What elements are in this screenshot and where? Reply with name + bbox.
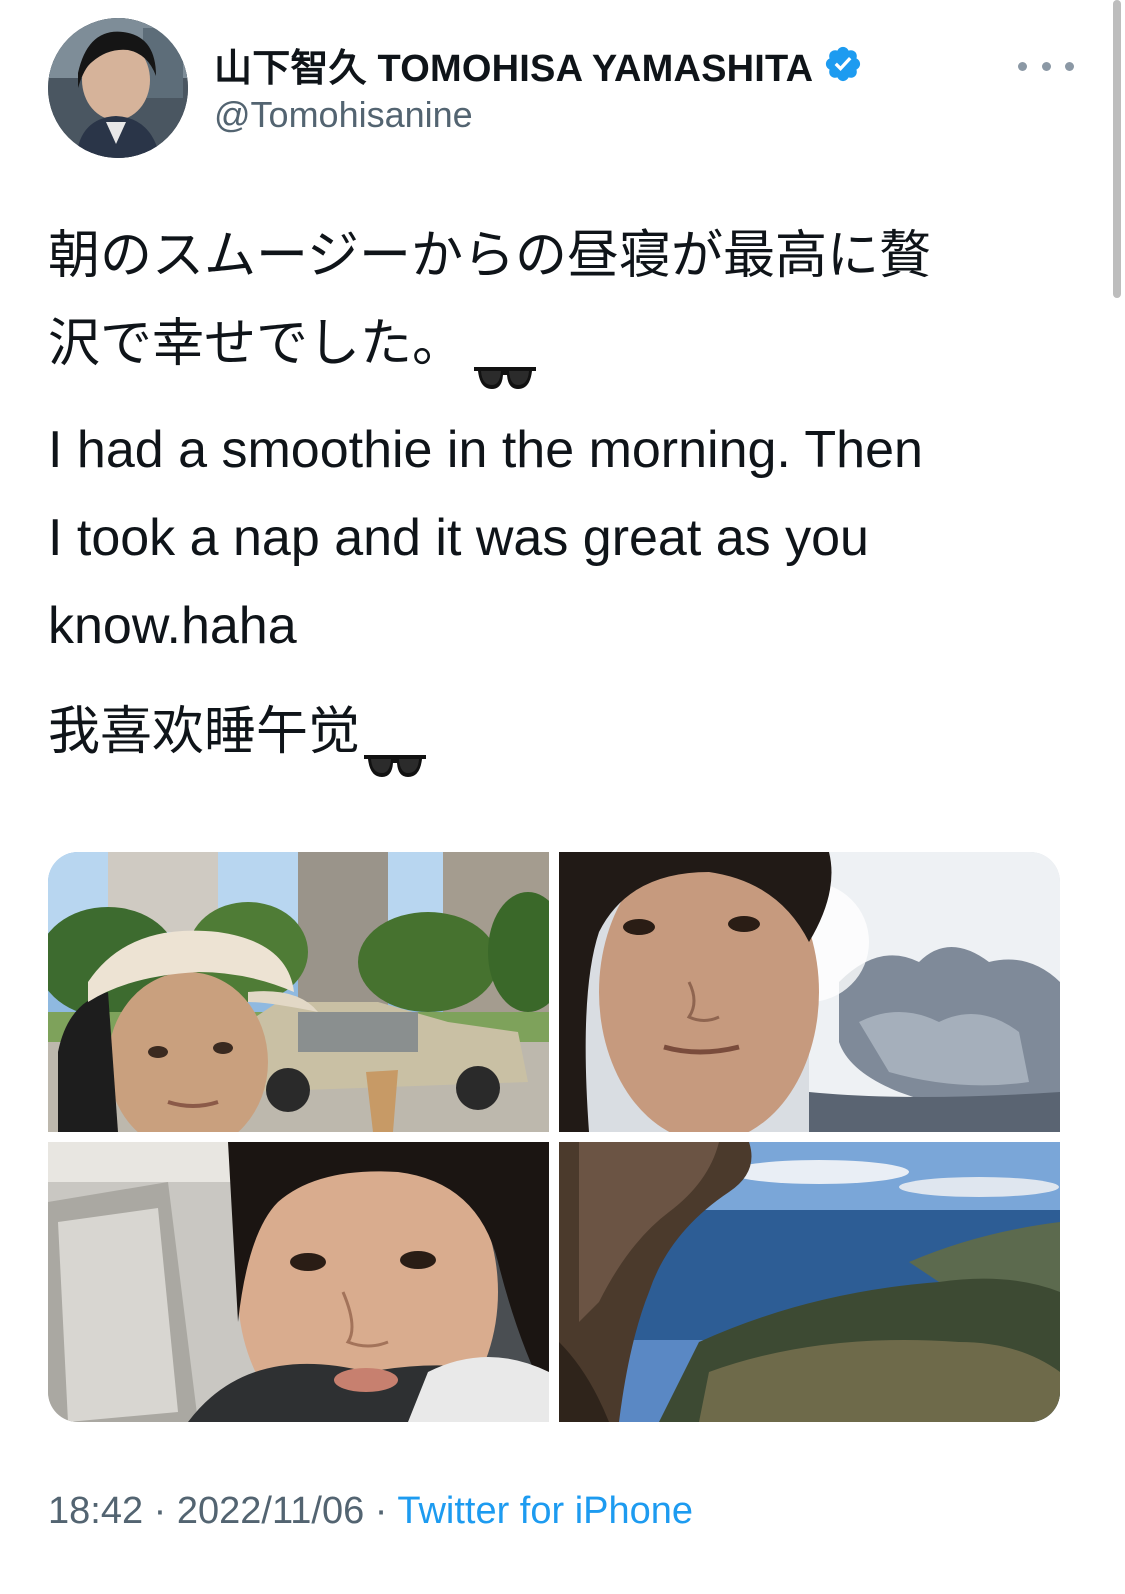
tweet-line: I took a nap and it was great as you bbox=[48, 509, 869, 567]
photo-coastline-view[interactable] bbox=[559, 1142, 1060, 1422]
tweet-source-link[interactable]: Twitter for iPhone bbox=[397, 1490, 693, 1532]
tweet-text: 朝のスムージーからの昼寝が最高に贅 沢で幸せでした。 I had a smoot… bbox=[48, 212, 1078, 778]
tweet-paragraph-english: I had a smoothie in the morning. Then I … bbox=[48, 406, 1078, 670]
more-options-icon-dot bbox=[1041, 61, 1051, 71]
display-name-row: 山下智久 TOMOHISA YAMASHITA bbox=[214, 40, 863, 90]
sunglasses-icon bbox=[362, 720, 428, 778]
tweet-line: know.haha bbox=[48, 597, 297, 655]
tweet-meta: 18:42 · 2022/11/06 · Twitter for iPhone bbox=[48, 1490, 693, 1533]
tweet-line: 我喜欢睡午觉 bbox=[48, 703, 361, 761]
tweet-paragraph-chinese: 我喜欢睡午觉 bbox=[48, 688, 1078, 778]
photo-selfie-indoors[interactable] bbox=[48, 1142, 549, 1422]
verified-badge-icon bbox=[823, 44, 863, 84]
display-name[interactable]: 山下智久 TOMOHISA YAMASHITA bbox=[214, 37, 813, 92]
sunglasses-icon bbox=[472, 332, 538, 390]
scrollbar[interactable] bbox=[1113, 0, 1121, 298]
tweet-date[interactable]: 2022/11/06 bbox=[177, 1490, 364, 1532]
media-grid bbox=[48, 852, 1060, 1422]
more-options-button[interactable] bbox=[1018, 52, 1074, 80]
more-options-icon bbox=[1018, 61, 1027, 71]
author-names: 山下智久 TOMOHISA YAMASHITA @Tomohisanine bbox=[214, 40, 863, 136]
tweet-line: 朝のスムージーからの昼寝が最高に贅 bbox=[48, 227, 931, 285]
avatar[interactable] bbox=[48, 18, 188, 158]
tweet-line: 沢で幸せでした。 bbox=[48, 315, 465, 373]
meta-separator: · bbox=[143, 1490, 177, 1532]
more-options-icon-dot bbox=[1065, 61, 1074, 71]
meta-separator: · bbox=[364, 1490, 398, 1532]
photo-street-selfie-cap[interactable] bbox=[48, 852, 549, 1132]
tweet-paragraph-japanese: 朝のスムージーからの昼寝が最高に贅 沢で幸せでした。 bbox=[48, 212, 1078, 390]
tweet-line: I had a smoothie in the morning. Then bbox=[48, 421, 923, 479]
avatar-image bbox=[48, 18, 188, 158]
tweet-time: 18:42 bbox=[48, 1490, 144, 1532]
photo-selfie-sky-clouds[interactable] bbox=[559, 852, 1060, 1132]
tweet-header: 山下智久 TOMOHISA YAMASHITA @Tomohisanine bbox=[48, 18, 1078, 158]
author-handle[interactable]: @Tomohisanine bbox=[214, 94, 863, 136]
